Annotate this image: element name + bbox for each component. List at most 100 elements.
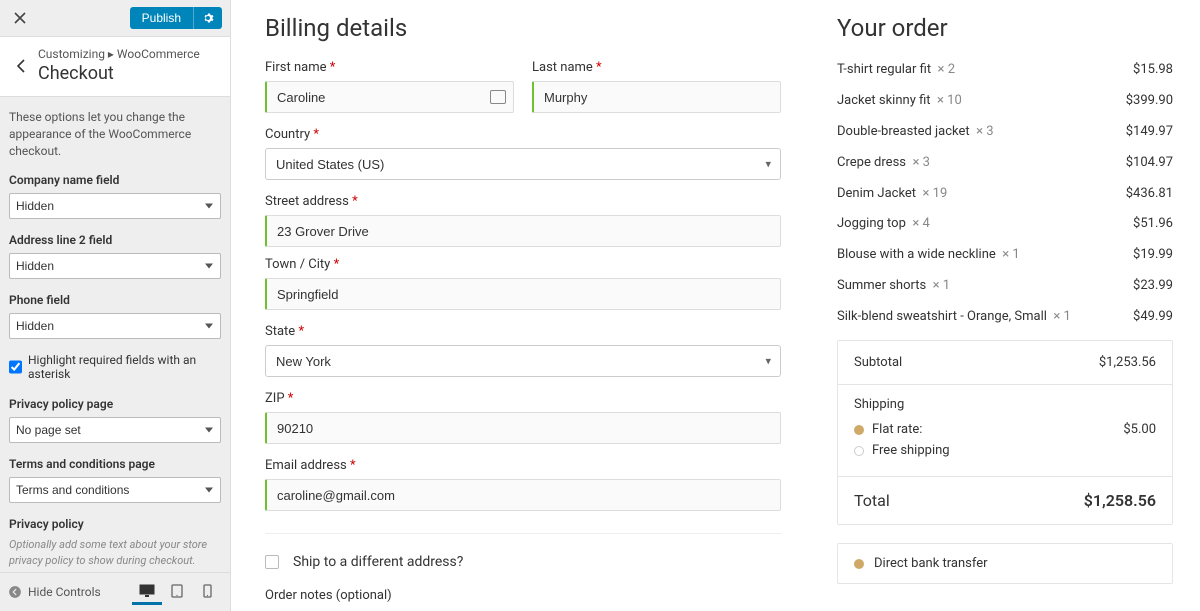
order-line-item: Blouse with a wide neckline × 1$19.99	[837, 247, 1173, 264]
item-price: $399.90	[1126, 93, 1173, 110]
gear-icon	[202, 12, 214, 24]
subtotal-label: Subtotal	[854, 355, 902, 370]
free-shipping-label[interactable]: Free shipping	[872, 443, 950, 458]
state-select[interactable]: New York	[265, 345, 781, 377]
direct-bank-label[interactable]: Direct bank transfer	[874, 556, 988, 571]
highlight-required-checkbox[interactable]	[9, 360, 22, 374]
chevron-left-icon	[16, 59, 25, 73]
order-line-item: Denim Jacket × 19 $436.81	[837, 186, 1173, 203]
privacy-policy-hint: Optionally add some text about your stor…	[9, 537, 221, 568]
terms-page-label: Terms and conditions page	[9, 457, 221, 471]
item-qty: × 1	[1002, 247, 1019, 262]
preview-desktop-button[interactable]	[132, 579, 162, 605]
first-name-input[interactable]	[265, 81, 514, 113]
publish-settings-button[interactable]	[193, 7, 222, 29]
privacy-page-select[interactable]: No page set	[9, 417, 221, 443]
country-select[interactable]: United States (US)	[265, 148, 781, 180]
item-name: Summer shorts	[837, 278, 926, 293]
zip-input[interactable]	[265, 412, 781, 444]
desktop-icon	[139, 584, 155, 598]
state-label: State *	[265, 324, 781, 339]
free-shipping-radio[interactable]	[854, 446, 864, 456]
order-heading: Your order	[837, 14, 1173, 42]
item-price: $15.98	[1133, 62, 1173, 79]
phone-field-label: Phone field	[9, 293, 221, 307]
order-line-item: Double-breasted jacket × 3 $149.97	[837, 124, 1173, 141]
item-qty: × 19	[923, 186, 948, 201]
payment-box: Direct bank transfer	[837, 543, 1173, 584]
item-name: Jacket skinny fit	[837, 93, 931, 108]
subtotal-value: $1,253.56	[1099, 355, 1156, 370]
item-price: $51.96	[1133, 216, 1173, 233]
flat-rate-price: $5.00	[1123, 422, 1156, 437]
customizer-sidebar: Publish Customizing ▸ WooCommerce Checko…	[0, 0, 231, 611]
item-qty: × 1	[1053, 309, 1070, 324]
item-qty: × 10	[937, 93, 962, 108]
email-label: Email address *	[265, 458, 781, 473]
phone-field-select[interactable]: Hidden	[9, 313, 221, 339]
total-value: $1,258.56	[1084, 491, 1156, 510]
flat-rate-radio[interactable]	[854, 425, 864, 435]
item-qty: × 3	[976, 124, 993, 139]
total-label: Total	[854, 491, 890, 510]
privacy-policy-label: Privacy policy	[9, 517, 221, 531]
order-line-item: Silk-blend sweatshirt - Orange, Small × …	[837, 309, 1173, 326]
totals-box: Subtotal $1,253.56 Shipping Flat rate: $…	[837, 340, 1173, 525]
billing-heading: Billing details	[265, 14, 781, 42]
sidebar-footer: Hide Controls	[0, 572, 230, 611]
company-field-label: Company name field	[9, 173, 221, 187]
publish-button[interactable]: Publish	[130, 7, 193, 29]
order-line-item: T-shirt regular fit × 2$15.98	[837, 62, 1173, 79]
back-button[interactable]	[10, 51, 30, 81]
item-price: $49.99	[1133, 309, 1173, 326]
privacy-page-label: Privacy policy page	[9, 397, 221, 411]
hide-controls-button[interactable]: Hide Controls	[8, 585, 101, 599]
preview-pane: Billing details First name * Last name *…	[231, 0, 1200, 611]
terms-page-select[interactable]: Terms and conditions	[9, 477, 221, 503]
item-price: $104.97	[1126, 155, 1173, 172]
item-name: Double-breasted jacket	[837, 124, 970, 139]
country-label: Country *	[265, 127, 781, 142]
item-qty: × 3	[912, 155, 929, 170]
addr2-field-select[interactable]: Hidden	[9, 253, 221, 279]
first-name-label: First name *	[265, 60, 514, 75]
item-qty: × 4	[912, 216, 929, 231]
breadcrumb: Customizing ▸ WooCommerce Checkout	[0, 37, 230, 97]
item-price: $149.97	[1126, 124, 1173, 141]
order-line-item: Jogging top × 4 $51.96	[837, 216, 1173, 233]
city-label: Town / City *	[265, 257, 781, 272]
last-name-input[interactable]	[532, 81, 781, 113]
order-line-item: Jacket skinny fit × 10 $399.90	[837, 93, 1173, 110]
item-name: Blouse with a wide neckline	[837, 247, 996, 262]
item-price: $436.81	[1126, 186, 1173, 203]
item-name: T-shirt regular fit	[837, 62, 931, 77]
order-line-item: Crepe dress × 3 $104.97	[837, 155, 1173, 172]
preview-tablet-button[interactable]	[162, 579, 192, 605]
billing-details-form: Billing details First name * Last name *…	[265, 14, 781, 611]
item-name: Jogging top	[837, 216, 906, 231]
zip-label: ZIP *	[265, 391, 781, 406]
order-summary: Your order T-shirt regular fit × 2$15.98…	[837, 14, 1173, 611]
preview-mobile-button[interactable]	[192, 579, 222, 605]
city-input[interactable]	[265, 278, 781, 310]
company-field-select[interactable]: Hidden	[9, 193, 221, 219]
order-notes-label: Order notes (optional)	[265, 588, 781, 603]
email-input[interactable]	[265, 479, 781, 511]
street-label: Street address *	[265, 194, 781, 209]
top-bar: Publish	[0, 0, 230, 37]
highlight-required-label[interactable]: Highlight required fields with an asteri…	[28, 353, 221, 381]
close-icon[interactable]	[8, 6, 32, 30]
item-name: Crepe dress	[837, 155, 906, 170]
ship-different-label[interactable]: Ship to a different address?	[293, 554, 463, 570]
ship-different-checkbox[interactable]	[265, 555, 279, 569]
flat-rate-label[interactable]: Flat rate:	[872, 422, 922, 437]
item-name: Denim Jacket	[837, 186, 916, 201]
item-price: $23.99	[1133, 278, 1173, 295]
breadcrumb-title: Checkout	[38, 63, 200, 84]
street-input[interactable]	[265, 215, 781, 247]
item-name: Silk-blend sweatshirt - Orange, Small	[837, 309, 1047, 324]
direct-bank-radio[interactable]	[854, 559, 864, 569]
last-name-label: Last name *	[532, 60, 781, 75]
collapse-icon	[8, 585, 22, 599]
section-description: These options let you change the appeara…	[9, 109, 221, 159]
